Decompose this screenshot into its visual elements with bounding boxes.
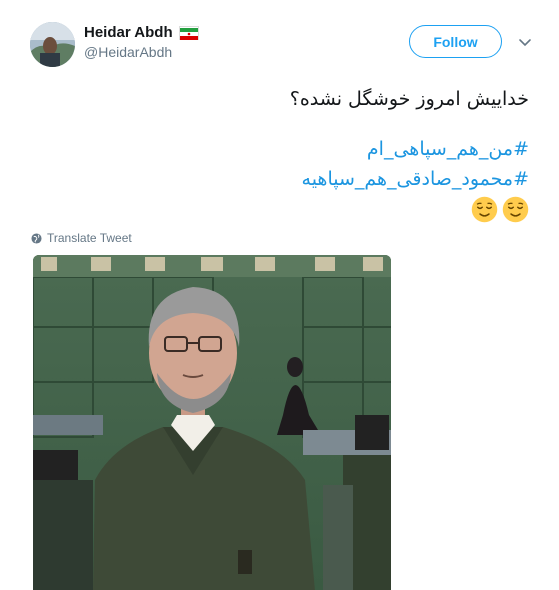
user-handle[interactable]: @HeidarAbdh bbox=[84, 44, 199, 60]
tweet-photo[interactable] bbox=[33, 255, 391, 590]
tweet-sentence: خداییش امروز خوشگل نشده؟ bbox=[289, 88, 529, 110]
avatar-image bbox=[30, 22, 75, 67]
translate-label[interactable]: Translate Tweet bbox=[47, 231, 132, 245]
iran-flag-icon bbox=[178, 25, 199, 40]
user-info[interactable]: Heidar Abdh @HeidarAbdh bbox=[84, 24, 199, 60]
globe-icon bbox=[31, 232, 42, 244]
photo-image bbox=[33, 255, 391, 590]
hashtag-link[interactable]: #من_هم_سپاهی_ام bbox=[29, 134, 529, 164]
avatar[interactable] bbox=[30, 22, 75, 67]
tweet-text: خداییش امروز خوشگل نشده؟ #من_هم_سپاهی_ام… bbox=[29, 84, 529, 223]
hashtag-link[interactable]: #محمود_صادقی_هم_سپاهیه bbox=[29, 164, 529, 194]
relieved-face-icon bbox=[502, 196, 529, 223]
relieved-face-icon bbox=[471, 196, 498, 223]
display-name[interactable]: Heidar Abdh bbox=[84, 24, 173, 41]
emoji-row bbox=[29, 196, 529, 223]
translate-tweet-link[interactable]: Translate Tweet bbox=[31, 231, 132, 245]
follow-button[interactable]: Follow bbox=[409, 25, 502, 58]
chevron-down-icon[interactable] bbox=[518, 36, 532, 50]
